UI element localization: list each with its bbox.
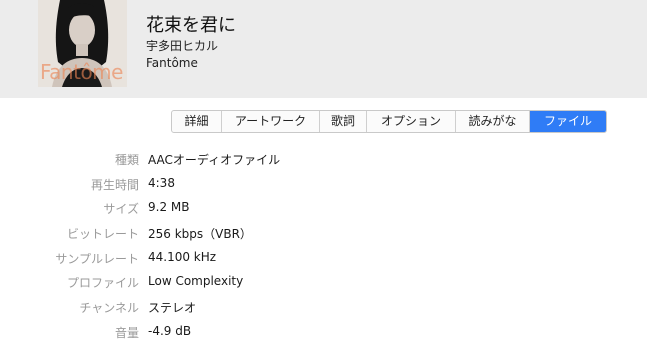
artwork-title-text: Fantôme: [40, 60, 123, 84]
tab-details[interactable]: 詳細: [172, 111, 222, 132]
profile-label: プロファイル: [66, 276, 139, 291]
file-info-row-channels: チャンネル ステレオ: [0, 296, 647, 321]
volume-value: -4.9 dB: [148, 323, 192, 338]
tab-artwork[interactable]: アートワーク: [222, 111, 320, 132]
file-info-row-kind: 種類 AACオーディオファイル: [0, 148, 647, 173]
file-info-row-duration: 再生時間 4:38: [0, 173, 647, 198]
file-info-list: 種類 AACオーディオファイル 再生時間 4:38 サイズ 9.2 MB ビット…: [0, 148, 647, 346]
info-tab-bar: 詳細 アートワーク 歌詞 オプション 読みがな ファイル: [171, 110, 607, 133]
duration-label: 再生時間: [90, 177, 139, 192]
channels-label: チャンネル: [79, 301, 139, 316]
album-artwork[interactable]: Fantôme: [38, 0, 127, 87]
file-info-row-profile: プロファイル Low Complexity: [0, 271, 647, 296]
sample-rate-label: サンプルレート: [55, 251, 139, 266]
size-label: サイズ: [103, 202, 139, 217]
song-title: 花束を君に: [146, 15, 236, 36]
tab-lyrics[interactable]: 歌詞: [320, 111, 367, 132]
song-album: Fantôme: [146, 56, 198, 70]
tab-sorting[interactable]: 読みがな: [456, 111, 530, 132]
channels-value: ステレオ: [148, 301, 197, 316]
duration-value: 4:38: [148, 175, 175, 190]
bitrate-value: 256 kbps（VBR）: [148, 227, 252, 242]
volume-label: 音量: [114, 325, 139, 340]
tab-file[interactable]: ファイル: [530, 111, 606, 132]
profile-value: Low Complexity: [148, 274, 244, 289]
size-value: 9.2 MB: [148, 200, 190, 215]
bitrate-label: ビットレート: [66, 227, 139, 242]
file-info-row-sample-rate: サンプルレート 44.100 kHz: [0, 247, 647, 272]
file-info-row-bitrate: ビットレート 256 kbps（VBR）: [0, 222, 647, 247]
kind-label: 種類: [114, 153, 139, 167]
song-artist: 宇多田ヒカル: [146, 39, 219, 53]
kind-value: AACオーディオファイル: [148, 153, 281, 167]
sample-rate-value: 44.100 kHz: [148, 249, 217, 264]
file-info-row-size: サイズ 9.2 MB: [0, 197, 647, 222]
file-info-row-volume: 音量 -4.9 dB: [0, 321, 647, 346]
song-info-header: Fantôme 花束を君に 宇多田ヒカル Fantôme: [0, 0, 647, 98]
tab-options[interactable]: オプション: [367, 111, 456, 132]
